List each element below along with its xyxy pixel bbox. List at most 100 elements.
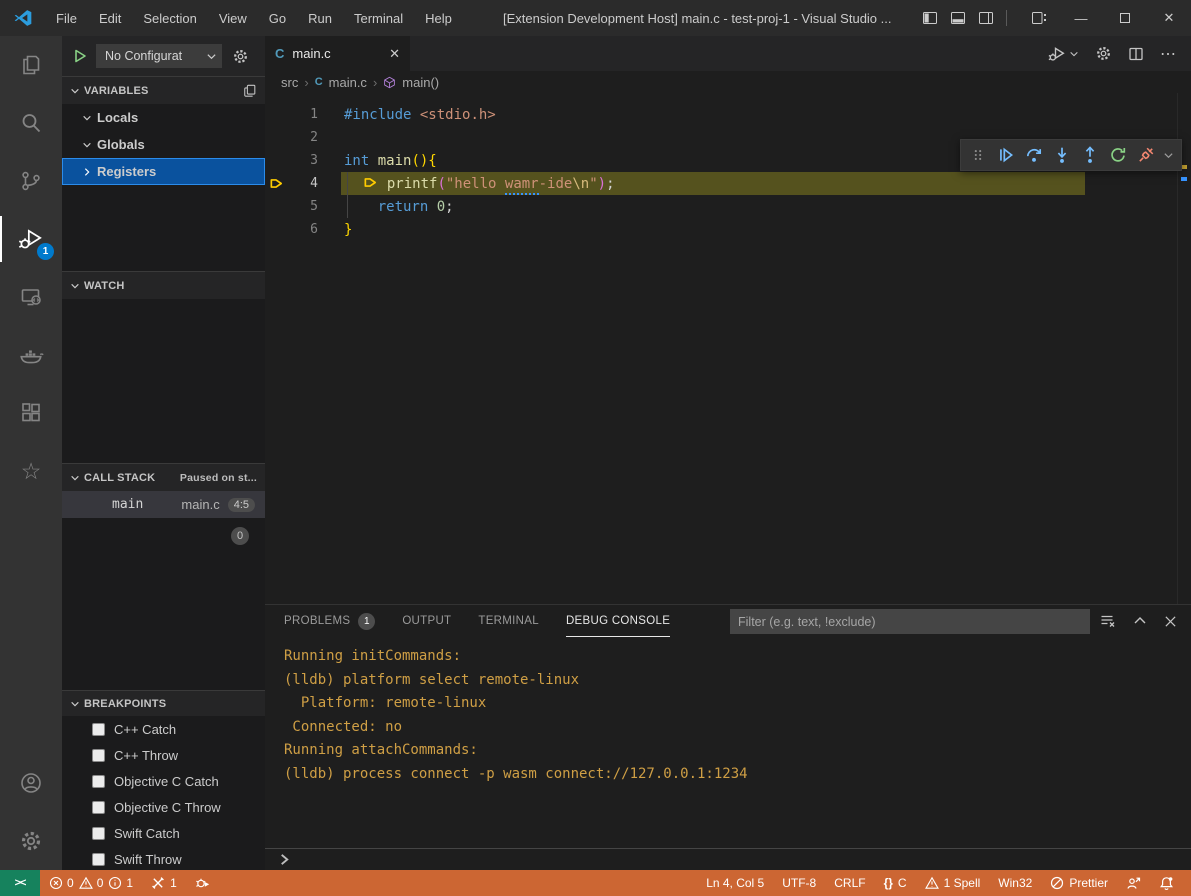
menu-go[interactable]: Go [258, 0, 297, 36]
breakpoint-swift-catch[interactable]: Swift Catch [62, 820, 265, 846]
menu-edit[interactable]: Edit [88, 0, 132, 36]
activity-run-and-debug[interactable]: 1 [0, 210, 62, 268]
more-actions-icon[interactable]: ⋯ [1160, 44, 1177, 64]
run-or-debug-button[interactable] [1048, 45, 1079, 63]
breakpoint-checkbox[interactable] [92, 775, 105, 788]
step-out-button[interactable] [1079, 143, 1100, 167]
step-into-button[interactable] [1052, 143, 1073, 167]
debug-settings-gear-icon[interactable] [232, 48, 249, 65]
menu-view[interactable]: View [208, 0, 258, 36]
panel-tab-label: PROBLEMS [284, 615, 350, 627]
breakpoint-objective-c-catch[interactable]: Objective C Catch [62, 768, 265, 794]
menu-help[interactable]: Help [414, 0, 463, 36]
menu-selection[interactable]: Selection [132, 0, 207, 36]
activity-extensions[interactable] [0, 384, 62, 442]
clear-console-icon[interactable] [1100, 613, 1116, 629]
variables-scope-locals[interactable]: Locals [62, 104, 265, 131]
breakpoint-checkbox[interactable] [92, 827, 105, 840]
debug-status[interactable] [186, 870, 220, 896]
close-panel-icon[interactable] [1164, 615, 1177, 628]
remote-indicator[interactable]: >< [0, 870, 40, 896]
code-line-4[interactable]: 4 printf("hello wamr-ide\n"); [265, 172, 1191, 195]
gutter-margin[interactable] [265, 103, 287, 126]
step-over-button[interactable] [1024, 143, 1045, 167]
panel-tab-debug-console[interactable]: DEBUG CONSOLE [566, 605, 670, 637]
code-line-1[interactable]: 1#include <stdio.h> [265, 103, 1191, 126]
activity-remote-explorer[interactable] [0, 268, 62, 326]
gutter-margin[interactable] [265, 126, 287, 149]
breakpoint-checkbox[interactable] [92, 723, 105, 736]
call-stack-section-header[interactable]: CALL STACK Paused on st... [62, 463, 265, 491]
maximize-panel-icon[interactable] [1133, 614, 1147, 628]
feedback-status[interactable] [1117, 870, 1150, 896]
encoding-selector[interactable]: UTF-8 [773, 870, 825, 896]
breakpoint-checkbox[interactable] [92, 801, 105, 814]
breadcrumb-symbol[interactable]: main() [402, 75, 439, 90]
breakpoint-objective-c-throw[interactable]: Objective C Throw [62, 794, 265, 820]
variables-scope-registers[interactable]: Registers [62, 158, 265, 185]
breadcrumb-file[interactable]: main.c [329, 75, 367, 90]
activity-settings[interactable] [0, 812, 62, 870]
activity-marketplace-star[interactable]: ☆ [0, 442, 62, 500]
gutter-margin[interactable] [265, 195, 287, 218]
menu-run[interactable]: Run [297, 0, 343, 36]
breakpoint-c-catch[interactable]: C++ Catch [62, 716, 265, 742]
split-editor-icon[interactable] [1128, 46, 1144, 62]
toggle-panel-icon[interactable] [950, 10, 966, 26]
copy-value-icon[interactable] [243, 84, 257, 98]
toggle-sidebar-icon[interactable] [922, 10, 938, 26]
restart-button[interactable] [1107, 143, 1128, 167]
activity-source-control[interactable] [0, 152, 62, 210]
maximize-button[interactable] [1103, 0, 1147, 36]
toolbar-drag-handle[interactable] [968, 143, 989, 167]
breakpoint-c-throw[interactable]: C++ Throw [62, 742, 265, 768]
spell-checker-status[interactable]: 1 Spell [916, 870, 990, 896]
close-button[interactable]: ✕ [1147, 0, 1191, 36]
tab-close-icon[interactable]: ✕ [389, 46, 400, 62]
watch-section-header[interactable]: WATCH [62, 271, 265, 299]
menu-file[interactable]: File [45, 0, 88, 36]
breadcrumb-folder[interactable]: src [281, 75, 298, 90]
notifications-bell[interactable] [1150, 870, 1183, 896]
current-statement-gutter-arrow[interactable] [265, 172, 287, 195]
panel-tab-terminal[interactable]: TERMINAL [478, 605, 539, 637]
activity-accounts[interactable] [0, 754, 62, 812]
breakpoints-section-header[interactable]: BREAKPOINTS [62, 690, 265, 716]
menu-terminal[interactable]: Terminal [343, 0, 414, 36]
panel-tab-output[interactable]: OUTPUT [402, 605, 451, 637]
platform-status[interactable]: Win32 [989, 870, 1041, 896]
problems-status[interactable]: 0 0 1 [40, 870, 142, 896]
disconnect-button[interactable] [1135, 143, 1156, 167]
console-filter-input[interactable] [730, 609, 1090, 634]
formatter-status[interactable]: Prettier [1041, 870, 1117, 896]
activity-explorer[interactable] [0, 36, 62, 94]
eol-selector[interactable]: CRLF [825, 870, 874, 896]
code-editor[interactable]: 1#include <stdio.h>23int main(){4 printf… [265, 93, 1191, 604]
continue-button[interactable] [996, 143, 1017, 167]
stack-frame-row[interactable]: main main.c 4:5 [62, 491, 265, 518]
gutter-margin[interactable] [265, 149, 287, 172]
minimize-button[interactable]: — [1059, 0, 1103, 36]
debug-toolbar-dropdown-icon[interactable] [1163, 150, 1174, 161]
variables-section-header[interactable]: VARIABLES [62, 76, 265, 104]
gutter-margin[interactable] [265, 218, 287, 241]
panel-tab-problems[interactable]: PROBLEMS1 [284, 605, 375, 637]
breakpoint-checkbox[interactable] [92, 749, 105, 762]
variables-scope-globals[interactable]: Globals [62, 131, 265, 158]
breakpoint-swift-throw[interactable]: Swift Throw [62, 846, 265, 872]
tools-status[interactable]: 1 [142, 870, 186, 896]
activity-docker[interactable] [0, 326, 62, 384]
start-debug-icon[interactable] [72, 48, 88, 64]
tab-main-c[interactable]: C main.c ✕ [265, 36, 410, 71]
code-line-5[interactable]: 5 return 0; [265, 195, 1191, 218]
customize-layout-icon[interactable] [1031, 10, 1047, 26]
language-mode[interactable]: {} C [875, 870, 916, 896]
toggle-secondary-sidebar-icon[interactable] [978, 10, 994, 26]
editor-settings-gear-icon[interactable] [1095, 45, 1112, 62]
debug-configuration-dropdown[interactable]: No Configurat [96, 44, 222, 68]
debug-console-input[interactable] [265, 848, 1191, 870]
code-line-6[interactable]: 6} [265, 218, 1191, 241]
activity-search[interactable] [0, 94, 62, 152]
cursor-position[interactable]: Ln 4, Col 5 [697, 870, 773, 896]
breakpoint-checkbox[interactable] [92, 853, 105, 866]
